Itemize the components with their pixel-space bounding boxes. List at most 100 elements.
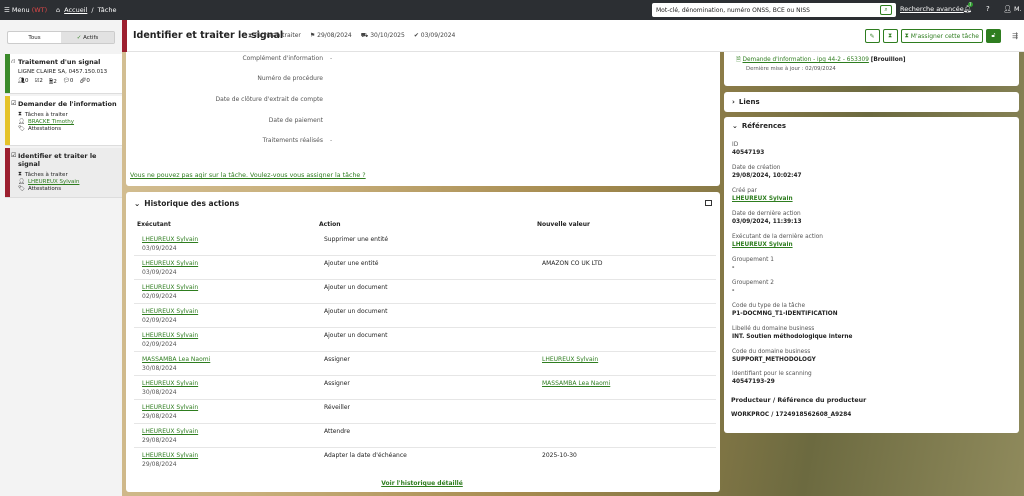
ref-group-2: Groupement 2- bbox=[732, 280, 774, 294]
chevron-down-icon: ⌄ bbox=[732, 122, 738, 130]
chevron-right-icon: › bbox=[732, 98, 735, 106]
document-link[interactable]: Demande d'information - ipg 44-2 - 65330… bbox=[743, 57, 869, 63]
task-status: ⧗ Tâches à traiter bbox=[248, 32, 301, 39]
ref-scanning-id: Identifiant pour le scanning 40547193-29 bbox=[732, 371, 812, 385]
history-panel: ⌄ Historique des actions Exécutant Action… bbox=[126, 192, 720, 492]
creation-date: ⚑ 29/08/2024 bbox=[309, 32, 352, 39]
truck-icon: ⛟ bbox=[360, 32, 371, 39]
env-label: (WT) bbox=[31, 6, 48, 14]
user-initials[interactable]: M. bbox=[1014, 5, 1022, 13]
breadcrumb-home[interactable]: Accueil bbox=[64, 6, 87, 14]
breadcrumb-separator: / bbox=[91, 6, 94, 14]
ref-domain-code: Code du domaine business SUPPORT_METHODOL… bbox=[732, 349, 816, 363]
references-panel: ⌄ Références ID 40547193 Date de création 2… bbox=[724, 117, 1019, 433]
document-updated: Dernière mise à jour : 02/09/2024 bbox=[746, 66, 836, 72]
unlock-button[interactable]: 🔓︎ bbox=[986, 29, 1001, 43]
search-icon: ⌕ bbox=[884, 6, 888, 13]
due-date: ⛟ 30/10/2025 bbox=[360, 32, 405, 39]
executant-link[interactable]: LHEUREUX Sylvain bbox=[142, 404, 198, 411]
document-icon: 🗎2 bbox=[48, 79, 57, 85]
executant-link[interactable]: LHEUREUX Sylvain bbox=[142, 332, 198, 339]
tree-item-identify-signal[interactable]: ☑ Identifier et traiter le signal ⧗ Tâche… bbox=[5, 148, 122, 198]
breadcrumb: ⌂ Accueil / Tâche bbox=[56, 6, 116, 14]
tree-item-request-info[interactable]: ☑ Demander de l'information ⧗ Tâches à tr… bbox=[5, 96, 122, 146]
ref-id: ID 40547193 bbox=[732, 142, 765, 156]
tree-item-subtitle: LIGNE CLAIRE SA, 0457.150.013 bbox=[18, 69, 108, 75]
document-status: [Brouillon] bbox=[870, 57, 906, 63]
edit-button[interactable]: ✎ bbox=[864, 29, 880, 43]
value-link[interactable]: LHEUREUX Sylvain bbox=[542, 356, 598, 363]
executant-link[interactable]: LHEUREUX Sylvain bbox=[142, 428, 198, 435]
documents-panel: 🗎 Demande d'information - ipg 44-2 - 653… bbox=[724, 52, 1019, 86]
tree-item-title: Traitement d'un signal bbox=[18, 58, 101, 66]
toggle-active[interactable]: ✓ Actifs bbox=[61, 32, 114, 43]
executant-link[interactable]: MASSAMBA Lea Naomi bbox=[142, 356, 210, 363]
table-row: LHEUREUX Sylvain 29/08/2024 Attendre bbox=[134, 424, 716, 448]
help-icon[interactable]: ? bbox=[986, 5, 990, 13]
task-meta: ⧗ Tâches à traiter ⚑ 29/08/2024 ⛟ 30/10/… bbox=[248, 32, 455, 40]
ref-last-executant: Exécutant de la dernière action LHEUREUX … bbox=[732, 234, 823, 248]
tree-item-counters: 👥︎0 ☑2 🗎2 💬︎0 🔗︎0 bbox=[18, 78, 118, 87]
assign-button[interactable]: ⧗ M'assigner cette tâche bbox=[900, 29, 983, 43]
person-icon: 👤︎ bbox=[18, 179, 25, 185]
search-button[interactable]: ⌕ bbox=[880, 5, 892, 15]
created-by-link[interactable]: LHEUREUX Sylvain bbox=[732, 196, 793, 202]
executant-link[interactable]: LHEUREUX Sylvain bbox=[142, 452, 198, 459]
tag-icon: 🏷︎ bbox=[18, 186, 25, 192]
person-icon: 👤︎ bbox=[18, 119, 25, 125]
hourglass-button[interactable]: ⧗ bbox=[882, 29, 898, 43]
value-link[interactable]: MASSAMBA Lea Naomi bbox=[542, 380, 610, 387]
hide-panel-icon[interactable]: ⇶ bbox=[1012, 32, 1018, 40]
ref-creation-date: Date de création 29/08/2024, 10:02:47 bbox=[732, 165, 802, 179]
task-tree-panel: Tous ✓ Actifs ⛙ Traitement d'un signal L… bbox=[0, 20, 122, 496]
advanced-search-link[interactable]: Recherche avancée bbox=[900, 5, 964, 13]
col-executant: Exécutant bbox=[137, 221, 171, 228]
unlock-icon: 🔓︎ bbox=[991, 32, 996, 39]
tree-item-root[interactable]: ⛙ Traitement d'un signal LIGNE CLAIRE SA… bbox=[5, 54, 122, 94]
notification-badge: 7 bbox=[968, 2, 973, 7]
detailed-history-link[interactable]: Voir l'historique détaillé bbox=[126, 480, 718, 487]
executant-link[interactable]: LHEUREUX Sylvain bbox=[142, 260, 198, 267]
executant-link[interactable]: LHEUREUX Sylvain bbox=[142, 308, 198, 315]
pencil-icon: ✎ bbox=[869, 32, 875, 40]
col-new-value: Nouvelle valeur bbox=[537, 221, 590, 228]
executant-link[interactable]: LHEUREUX Sylvain bbox=[142, 284, 198, 291]
ref-group-1: Groupement 1- bbox=[732, 257, 774, 271]
top-bar: ☰ Menu (WT) ⌂ Accueil / Tâche Mot-clé, d… bbox=[0, 0, 1024, 20]
assign-self-link[interactable]: Vous ne pouvez pas agir sur la tâche. Vo… bbox=[130, 172, 366, 179]
menu-button[interactable]: ☰ Menu (WT) bbox=[0, 6, 56, 14]
person-link[interactable]: LHEUREUX Sylvain bbox=[28, 179, 79, 185]
ref-created-by: Créé par LHEUREUX Sylvain bbox=[732, 188, 793, 202]
tree-item-title: Demander de l'information bbox=[18, 100, 117, 108]
tree-item-title: Identifier et traiter le signal bbox=[18, 152, 97, 168]
filter-toggle: Tous ✓ Actifs bbox=[7, 31, 115, 44]
person-link[interactable]: BRACKE Timothy bbox=[28, 119, 74, 125]
history-header[interactable]: ⌄ Historique des actions bbox=[134, 199, 239, 208]
ref-domain-label: Libellé du domaine business INT. Soutien … bbox=[732, 326, 853, 340]
task-icon: ☑2 bbox=[34, 78, 43, 84]
user-icon[interactable]: 👤︎ bbox=[1003, 5, 1012, 13]
tree-item-tag: 🏷︎ Attestations bbox=[18, 126, 62, 132]
last-executant-link[interactable]: LHEUREUX Sylvain bbox=[732, 242, 823, 248]
hamburger-icon: ☰ bbox=[4, 6, 10, 14]
ref-last-action-date: Date de dernière action 03/09/2024, 11:39… bbox=[732, 211, 802, 225]
executant-link[interactable]: LHEUREUX Sylvain bbox=[142, 380, 198, 387]
links-header[interactable]: › Liens bbox=[732, 98, 760, 106]
table-row: LHEUREUX Sylvain 30/08/2024 Assigner MASSAM… bbox=[134, 376, 716, 400]
home-icon: ⌂ bbox=[56, 6, 61, 14]
tree-item-person: 👤︎ BRACKE Timothy bbox=[18, 119, 118, 125]
executant-link[interactable]: LHEUREUX Sylvain bbox=[142, 236, 198, 243]
tree-item-status: ⧗ Tâches à traiter bbox=[18, 111, 68, 118]
links-panel[interactable]: › Liens bbox=[724, 92, 1019, 112]
maximize-icon[interactable] bbox=[705, 200, 712, 206]
header-actions: ✎ ⧗ ⧗ M'assigner cette tâche 🔓︎ bbox=[864, 29, 1001, 43]
task-details-panel: Complément d'information - Numéro de proc… bbox=[126, 52, 720, 186]
references-header[interactable]: ⌄ Références bbox=[732, 122, 786, 130]
table-row: LHEUREUX Sylvain 02/09/2024 Ajouter un doc… bbox=[134, 304, 716, 328]
toggle-all[interactable]: Tous bbox=[8, 32, 61, 43]
search-input[interactable]: Mot-clé, dénomination, numéro ONSS, BCE … bbox=[652, 3, 896, 17]
ref-task-type-code: Code du type de la tâche P1-DOCMNG_T1-IDE… bbox=[732, 303, 838, 317]
chevron-down-icon: ⌄ bbox=[134, 199, 141, 208]
field-row: Date de paiement bbox=[268, 117, 323, 124]
table-row: LHEUREUX Sylvain 29/08/2024 Adapter la dat… bbox=[142, 452, 577, 468]
